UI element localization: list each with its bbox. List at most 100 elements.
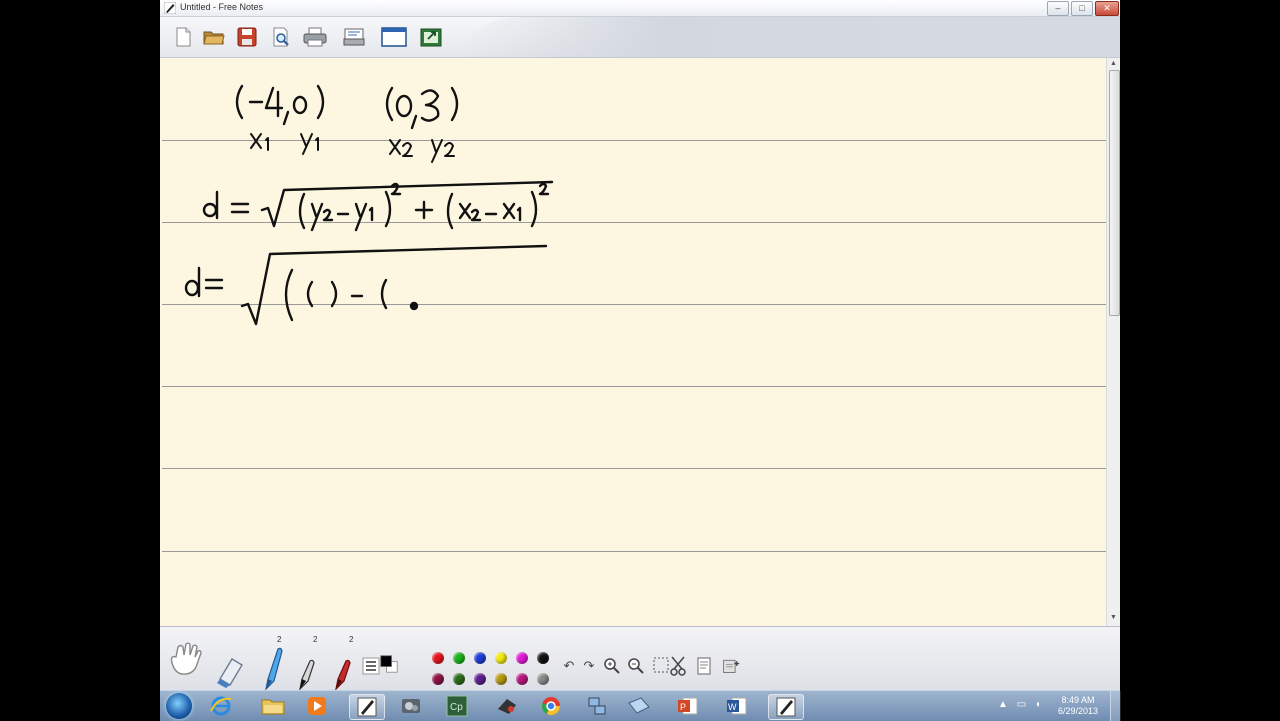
scroll-down-arrow-icon[interactable]: ▼ — [1110, 614, 1117, 621]
clock-date: 6/29/2013 — [1057, 706, 1099, 716]
print-preview-button[interactable] — [268, 24, 294, 50]
paste-button[interactable] — [696, 657, 714, 675]
color-dark-magenta[interactable] — [516, 673, 528, 685]
undo-button[interactable]: ↶ — [560, 657, 578, 675]
close-button[interactable]: ✕ — [1095, 1, 1119, 16]
chrome-icon — [542, 697, 560, 716]
eraser-icon — [217, 658, 243, 688]
pen-note-icon — [776, 697, 796, 717]
red-pen-tool[interactable] — [332, 655, 354, 690]
color-yellow[interactable] — [495, 652, 507, 664]
note-page[interactable] — [160, 58, 1106, 626]
handwriting-ink — [184, 84, 554, 326]
new-document-icon — [176, 27, 191, 47]
new-document-button[interactable] — [170, 24, 196, 50]
line-width-button[interactable] — [362, 657, 380, 675]
print-button[interactable] — [302, 24, 328, 50]
paste-page-icon — [697, 657, 711, 675]
vertical-scrollbar[interactable]: ▲ ▼ — [1106, 58, 1120, 626]
taskbar-notepad[interactable] — [622, 694, 656, 718]
select-cut-button[interactable] — [652, 656, 688, 676]
svg-text:Cp: Cp — [450, 702, 463, 713]
windows-taskbar: Cp P W ▲ ▭ ◖ 8:49 AM 6/29/2013 — [160, 690, 1121, 721]
word-icon: W — [727, 697, 747, 715]
pen-app-icon — [164, 2, 176, 14]
blue-pen-tool[interactable] — [260, 645, 284, 690]
taskbar-media[interactable] — [300, 694, 334, 718]
print-preview-icon — [273, 27, 289, 47]
powerpoint-icon: P — [678, 697, 698, 715]
ink-point-2 — [385, 86, 459, 130]
save-disk-icon — [237, 27, 257, 47]
zoom-out-icon — [628, 658, 644, 674]
color-black[interactable] — [537, 652, 549, 664]
color-swatch-button[interactable] — [380, 655, 398, 673]
network-icon — [588, 697, 606, 715]
page-setup-icon — [343, 28, 365, 46]
taskbar-free-notes[interactable] — [349, 694, 385, 720]
ink-substitution — [184, 244, 548, 326]
zoom-in-icon — [604, 658, 620, 674]
network-tray-icon[interactable]: ▭ — [1017, 699, 1026, 710]
taskbar-ie[interactable] — [204, 694, 238, 718]
eraser-tool[interactable] — [214, 655, 244, 690]
export-button[interactable] — [418, 24, 444, 50]
color-dark-green[interactable] — [453, 673, 465, 685]
pen-note-icon — [357, 697, 377, 717]
black-pen-tool[interactable] — [296, 655, 318, 690]
taskbar-chrome[interactable] — [534, 694, 568, 718]
zoom-out-button[interactable] — [627, 657, 645, 675]
hand-icon — [170, 642, 202, 675]
hand-pan-tool[interactable] — [166, 641, 204, 682]
color-purple[interactable] — [474, 673, 486, 685]
color-dark-red[interactable] — [432, 673, 444, 685]
ink-labels-1 — [250, 133, 319, 155]
zoom-in-button[interactable] — [603, 657, 621, 675]
color-red[interactable] — [432, 652, 444, 664]
current-color-icon — [380, 655, 398, 673]
color-green[interactable] — [453, 652, 465, 664]
insert-page-button[interactable] — [722, 657, 740, 675]
ink-labels-2 — [389, 139, 455, 163]
page-setup-button[interactable] — [341, 24, 367, 50]
svg-text:P: P — [680, 702, 686, 712]
tray-overflow-icon[interactable]: ▲ — [998, 699, 1008, 710]
clock-time: 8:49 AM — [1061, 695, 1095, 705]
taskbar-powerpoint[interactable]: P — [671, 694, 705, 718]
captivate-icon: Cp — [446, 695, 468, 717]
system-tray: ▲ ▭ ◖ — [998, 699, 1041, 710]
window-title: Untitled - Free Notes — [180, 2, 264, 12]
export-icon — [420, 28, 442, 47]
open-button[interactable] — [201, 24, 227, 50]
save-button[interactable] — [234, 24, 260, 50]
undo-icon: ↶ — [563, 658, 575, 673]
show-desktop-button[interactable] — [1110, 691, 1121, 721]
taskbar-explorer[interactable] — [256, 694, 290, 718]
taskbar-captivate[interactable]: Cp — [440, 694, 474, 718]
color-gray[interactable] — [537, 673, 549, 685]
print-icon — [303, 27, 327, 47]
redo-icon: ↷ — [583, 658, 595, 673]
pen-width-badge: 2 — [277, 635, 282, 644]
scroll-up-arrow-icon[interactable]: ▲ — [1110, 60, 1117, 67]
select-scissors-icon — [653, 656, 686, 676]
recorder-icon — [498, 699, 516, 714]
color-olive[interactable] — [495, 673, 507, 685]
taskbar-recorder[interactable] — [490, 694, 524, 718]
maximize-button[interactable]: □ — [1071, 1, 1093, 16]
taskbar-clock[interactable]: 8:49 AM 6/29/2013 — [1053, 695, 1103, 717]
redo-button[interactable]: ↷ — [580, 657, 598, 675]
taskbar-word[interactable]: W — [720, 694, 754, 718]
taskbar-free-notes-2[interactable] — [768, 694, 804, 720]
internet-explorer-icon — [210, 696, 232, 716]
minimize-button[interactable]: – — [1047, 1, 1069, 16]
taskbar-app-gears[interactable] — [394, 694, 428, 718]
volume-icon[interactable]: ◖ — [1035, 699, 1041, 710]
window-button[interactable] — [381, 24, 407, 50]
taskbar-network[interactable] — [580, 694, 614, 718]
black-pen-icon — [299, 659, 315, 690]
scrollbar-thumb[interactable] — [1109, 70, 1120, 316]
color-blue[interactable] — [474, 652, 486, 664]
color-magenta[interactable] — [516, 652, 528, 664]
start-button[interactable] — [166, 693, 192, 719]
